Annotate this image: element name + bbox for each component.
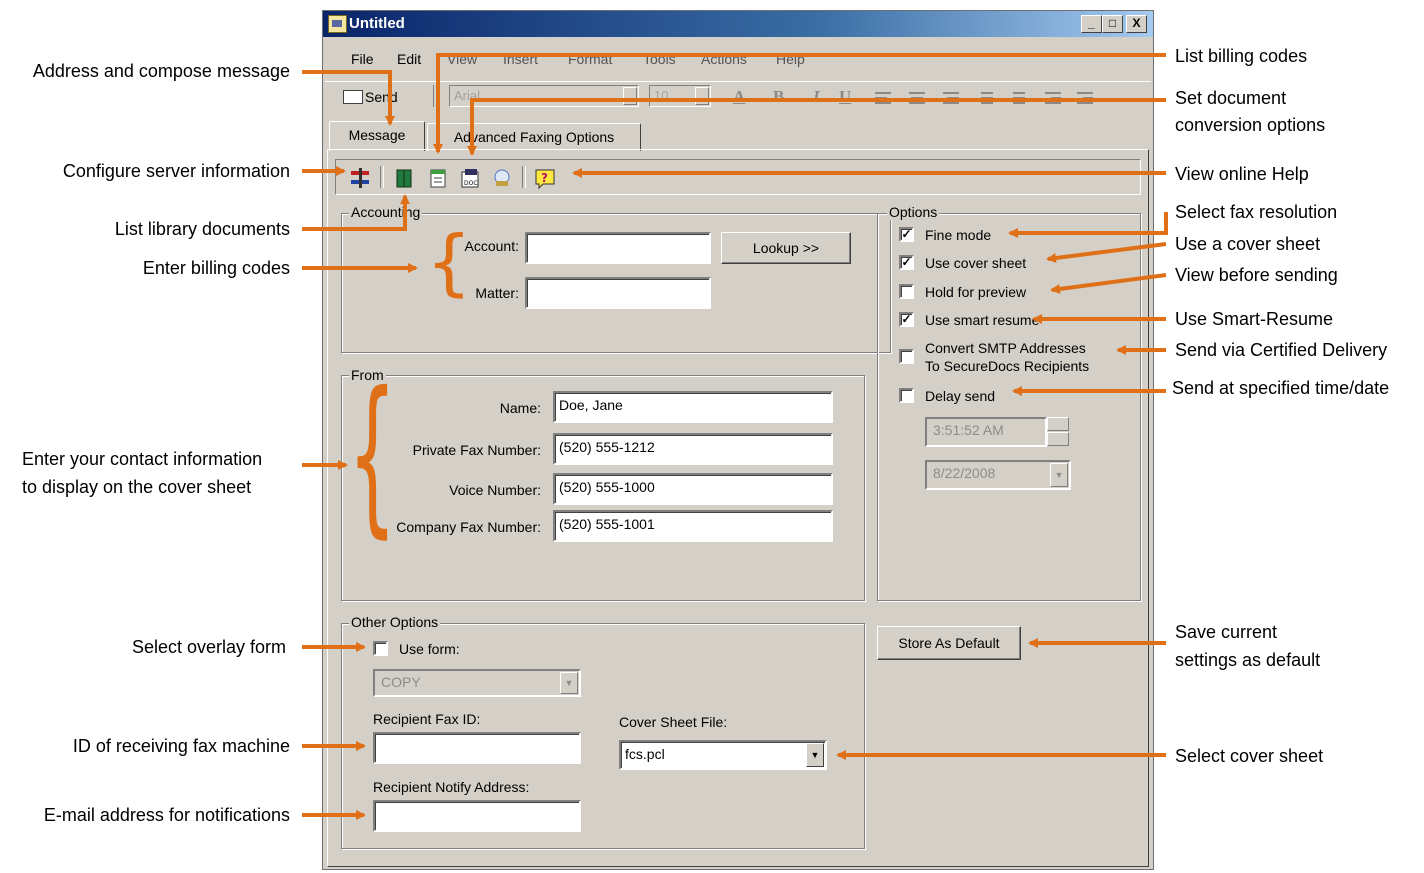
annotation-view-before: View before sending — [1175, 265, 1338, 285]
annotation-fax-resolution: Select fax resolution — [1175, 202, 1338, 222]
annotation-use-cover: Use a cover sheet — [1175, 234, 1321, 254]
annotation-configure-server: Configure server information — [62, 161, 290, 181]
annotation-overlay: Select overlay form — [131, 637, 286, 657]
annotation-contact-1: Enter your contact information — [22, 449, 263, 469]
annotation-email-notify: E-mail address for notifications — [43, 805, 290, 825]
annotation-enter-billing: Enter billing codes — [142, 258, 290, 278]
account-brace: { — [426, 220, 472, 304]
annotation-select-cover: Select cover sheet — [1175, 746, 1324, 766]
annotation-list-library: List library documents — [114, 219, 290, 239]
from-brace: { — [348, 356, 397, 554]
annotation-save-1: Save current — [1175, 622, 1278, 642]
annotation-specified-time: Send at specified time/date — [1172, 378, 1390, 398]
annotation-doc-conv-2: conversion options — [1175, 115, 1326, 135]
annotation-smart-resume: Use Smart-Resume — [1175, 309, 1334, 329]
annotation-address-compose: Address and compose message — [32, 61, 290, 81]
annotation-certified: Send via Certified Delivery — [1175, 340, 1388, 360]
annotation-save-2: settings as default — [1175, 650, 1321, 670]
annotation-online-help: View online Help — [1175, 164, 1309, 184]
annotation-doc-conv-1: Set document — [1175, 88, 1287, 108]
annotation-fax-id: ID of receiving fax machine — [72, 736, 290, 756]
annotation-contact-2: to display on the cover sheet — [22, 477, 252, 497]
annotation-list-billing: List billing codes — [1175, 46, 1308, 66]
